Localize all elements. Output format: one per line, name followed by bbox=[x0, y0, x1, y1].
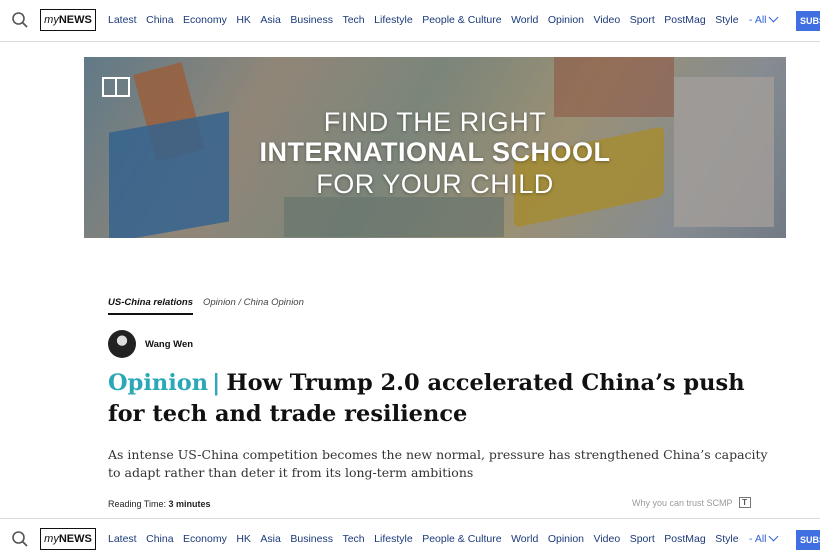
subscribe-button[interactable]: SUBSCRIBE bbox=[796, 11, 820, 31]
nav-item-sport[interactable]: Sport bbox=[630, 533, 655, 545]
nav-item-business[interactable]: Business bbox=[290, 14, 333, 26]
mynews-my: my bbox=[44, 533, 59, 545]
nav-item-lifestyle[interactable]: Lifestyle bbox=[374, 533, 413, 545]
subscribe-button[interactable]: SUBSCRIBE bbox=[796, 530, 820, 550]
search-icon[interactable] bbox=[11, 11, 29, 29]
sticky-navbar: my NEWS Latest China Economy HK Asia Busi… bbox=[0, 518, 820, 560]
nav-item-asia[interactable]: Asia bbox=[260, 533, 280, 545]
reading-time-label: Reading Time: bbox=[108, 499, 167, 509]
author-byline[interactable]: Wang Wen bbox=[108, 330, 193, 358]
mynews-news: NEWS bbox=[58, 14, 92, 26]
nav-item-world[interactable]: World bbox=[511, 533, 538, 545]
mynews-my: my bbox=[44, 14, 59, 26]
nav-item-sport[interactable]: Sport bbox=[630, 14, 655, 26]
chevron-down-icon bbox=[768, 12, 778, 23]
nav-item-latest[interactable]: Latest bbox=[108, 14, 137, 26]
nav-item-postmag[interactable]: PostMag bbox=[664, 533, 705, 545]
school-ad-banner[interactable]: FIND THE RIGHT INTERNATIONAL SCHOOL FOR … bbox=[84, 57, 786, 238]
nav-item-postmag[interactable]: PostMag bbox=[664, 14, 705, 26]
nav-item-china[interactable]: China bbox=[146, 14, 173, 26]
tag-china-opinion[interactable]: Opinion / China Opinion bbox=[203, 297, 304, 315]
nav-item-world[interactable]: World bbox=[511, 14, 538, 26]
nav-item-china[interactable]: China bbox=[146, 533, 173, 545]
nav-item-hk[interactable]: HK bbox=[236, 14, 251, 26]
banner-line-1: FIND THE RIGHT bbox=[323, 107, 547, 137]
reading-time-value: 3 minutes bbox=[168, 499, 211, 509]
article-summary: As intense US-China competition becomes … bbox=[108, 447, 768, 480]
book-icon bbox=[102, 77, 130, 97]
nav-item-asia[interactable]: Asia bbox=[260, 14, 280, 26]
mynews-button[interactable]: my NEWS bbox=[40, 528, 96, 550]
nav-item-video[interactable]: Video bbox=[594, 14, 621, 26]
trust-badge-icon: T bbox=[738, 497, 751, 508]
author-name: Wang Wen bbox=[145, 338, 194, 350]
nav-item-tech[interactable]: Tech bbox=[342, 533, 364, 545]
all-sections-button[interactable]: - All bbox=[749, 531, 778, 545]
nav-item-opinion[interactable]: Opinion bbox=[548, 533, 584, 545]
article-tags: US-China relations Opinion / China Opini… bbox=[108, 297, 304, 315]
trust-scmp-link[interactable]: Why you can trust SCMP T bbox=[632, 497, 751, 508]
nav-item-style[interactable]: Style bbox=[715, 533, 738, 545]
nav-item-style[interactable]: Style bbox=[715, 14, 738, 26]
article-headline: Opinion | How Trump 2.0 accelerated China’… bbox=[108, 368, 768, 430]
nav-item-hk[interactable]: HK bbox=[236, 533, 251, 545]
nav-item-tech[interactable]: Tech bbox=[342, 14, 364, 26]
nav-menu: Latest China Economy HK Asia Business Te… bbox=[108, 14, 748, 26]
chevron-down-icon bbox=[768, 531, 778, 542]
mynews-button[interactable]: my NEWS bbox=[40, 9, 96, 31]
nav-menu: Latest China Economy HK Asia Business Te… bbox=[108, 533, 748, 545]
headline-separator: | bbox=[212, 370, 221, 396]
nav-item-latest[interactable]: Latest bbox=[108, 533, 137, 545]
tag-us-china-relations[interactable]: US-China relations bbox=[108, 297, 193, 315]
all-sections-label: - All bbox=[749, 533, 767, 545]
nav-item-opinion[interactable]: Opinion bbox=[548, 14, 584, 26]
banner-line-3: FOR YOUR CHILD bbox=[316, 169, 554, 199]
search-icon[interactable] bbox=[11, 530, 29, 548]
nav-item-video[interactable]: Video bbox=[594, 533, 621, 545]
banner-line-2: INTERNATIONAL SCHOOL bbox=[259, 137, 611, 167]
nav-item-lifestyle[interactable]: Lifestyle bbox=[374, 14, 413, 26]
all-sections-label: - All bbox=[749, 14, 767, 26]
nav-item-business[interactable]: Business bbox=[290, 533, 333, 545]
headline-kicker: Opinion bbox=[108, 370, 209, 396]
nav-item-economy[interactable]: Economy bbox=[183, 14, 227, 26]
all-sections-button[interactable]: - All bbox=[749, 12, 778, 26]
mynews-news: NEWS bbox=[58, 533, 92, 545]
nav-item-people-culture[interactable]: People & Culture bbox=[422, 533, 501, 545]
top-navbar: my NEWS Latest China Economy HK Asia Busi… bbox=[0, 0, 820, 42]
avatar bbox=[108, 330, 136, 358]
nav-item-people-culture[interactable]: People & Culture bbox=[422, 14, 501, 26]
trust-label: Why you can trust SCMP bbox=[632, 497, 733, 508]
nav-item-economy[interactable]: Economy bbox=[183, 533, 227, 545]
reading-time: Reading Time: 3 minutes bbox=[108, 499, 211, 509]
